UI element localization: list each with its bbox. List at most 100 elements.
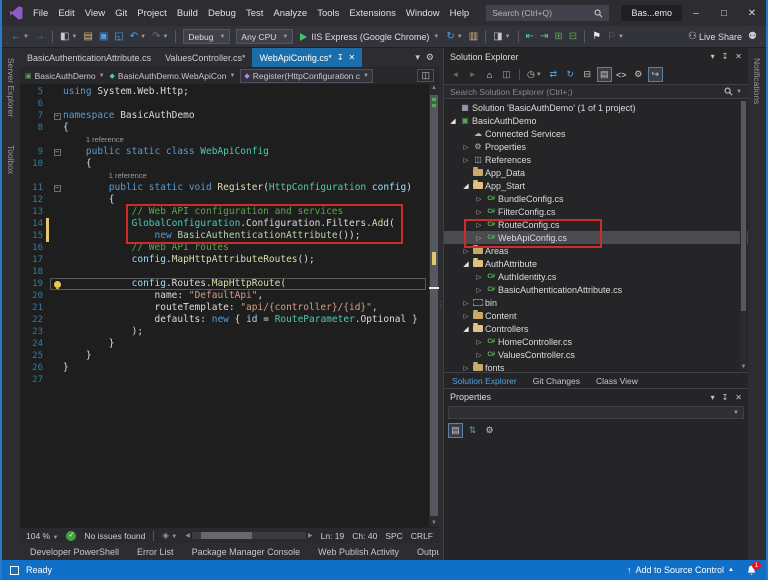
scroll-up-icon[interactable]: ▲ <box>429 85 439 91</box>
pin-icon[interactable]: ↧ <box>722 52 729 61</box>
tree-item-bundleconfig-cs[interactable]: ▷C#BundleConfig.cs <box>444 192 748 205</box>
menu-item-build[interactable]: Build <box>172 4 203 23</box>
code-line[interactable]: 23); <box>20 326 429 338</box>
scroll-down-icon[interactable]: ▼ <box>429 520 439 526</box>
window-menu-icon[interactable]: ▾ <box>711 393 715 402</box>
tree-item-properties[interactable]: ▷⚙Properties <box>444 140 748 153</box>
start-debugging-button[interactable]: IIS Express (Google Chrome)▼ <box>296 28 443 46</box>
expander-icon[interactable]: ▷ <box>474 221 484 229</box>
hscroll-thumb[interactable] <box>201 532 252 539</box>
quick-search-box[interactable]: Search (Ctrl+Q) <box>486 5 609 21</box>
code-line[interactable]: 9−public static class WebApiConfig <box>20 146 429 158</box>
line-indicator[interactable]: Ln: 19 <box>321 531 345 541</box>
scroll-left-icon[interactable]: ◀ <box>185 532 190 539</box>
bottom-tab-package-manager-console[interactable]: Package Manager Console <box>192 547 301 557</box>
menu-item-tools[interactable]: Tools <box>312 4 344 23</box>
properties-object-combobox[interactable]: ▼ <box>448 406 744 419</box>
code-line[interactable]: 20name: "DefaultApi", <box>20 290 429 302</box>
code-line[interactable]: 18 <box>20 266 429 278</box>
tree-item-basicauthenticationattribute-cs[interactable]: ▷C#BasicAuthenticationAttribute.cs <box>444 283 748 296</box>
undo-button[interactable]: ↶▼ <box>127 28 149 46</box>
close-icon[interactable]: ✕ <box>349 53 356 62</box>
se-back-button[interactable]: ◂ <box>448 67 463 82</box>
code-line[interactable]: 10{ <box>20 158 429 170</box>
expander-icon[interactable]: ▷ <box>461 156 471 164</box>
codelens-references[interactable]: 1 reference <box>63 134 124 146</box>
close-icon[interactable]: ✕ <box>735 52 742 61</box>
background-tasks-icon[interactable] <box>10 566 19 575</box>
code-line[interactable]: 27 <box>20 374 429 386</box>
tree-item-fonts[interactable]: ▷fonts <box>444 361 748 372</box>
bookmark-options-button[interactable]: ⚐▼ <box>604 28 627 46</box>
tree-scroll-thumb[interactable] <box>741 101 746 311</box>
screenshot-button[interactable]: ◨▼ <box>490 28 513 46</box>
se-home-button[interactable]: ⌂ <box>482 67 497 82</box>
scroll-down-icon[interactable]: ▼ <box>740 364 747 370</box>
document-tab[interactable]: WebApiConfig.cs*↧✕ <box>252 48 362 67</box>
zoom-control[interactable]: 104 % ▼ <box>26 531 58 541</box>
refresh-button[interactable]: ↻▼ <box>443 28 465 46</box>
code-line[interactable]: 11−public static void Register(HttpConfi… <box>20 182 429 194</box>
solution-platforms-combo[interactable]: Any CPU▼ <box>236 29 293 44</box>
prop-property-pages-button[interactable]: ⚙ <box>482 423 497 438</box>
panel-tab-git-changes[interactable]: Git Changes <box>525 374 588 388</box>
notifications-bell-button[interactable]: 1 <box>744 563 758 577</box>
side-tab-toolbox[interactable]: Toolbox <box>6 145 16 174</box>
navigate-previous-button[interactable]: ⇤ <box>523 28 537 46</box>
save-button[interactable]: ▣ <box>96 28 111 46</box>
expander-icon[interactable]: ◢ <box>461 325 471 333</box>
close-button[interactable]: ✕ <box>738 0 766 26</box>
hscroll-track[interactable] <box>192 532 306 539</box>
scrollbar-thumb[interactable] <box>430 95 438 516</box>
code-line[interactable]: 12{ <box>20 194 429 206</box>
se-properties-wrench-button[interactable]: ⚙ <box>631 67 646 82</box>
code-line[interactable]: 17config.MapHttpAttributeRoutes(); <box>20 254 429 266</box>
editor-horizontal-scrollbar[interactable]: ◀ ▶ <box>185 532 312 539</box>
menu-item-window[interactable]: Window <box>401 4 445 23</box>
menu-item-help[interactable]: Help <box>445 4 475 23</box>
uncomment-selection-button[interactable]: ⊟ <box>566 28 580 46</box>
se-collapse-all-button[interactable]: ⊟ <box>580 67 595 82</box>
tree-item-valuescontroller-cs[interactable]: ▷C#ValuesController.cs <box>444 348 748 361</box>
pin-icon[interactable]: ↧ <box>722 393 729 402</box>
fold-collapse-icon[interactable]: − <box>54 149 61 156</box>
tree-item-app-start[interactable]: ◢App_Start <box>444 179 748 192</box>
expander-icon[interactable]: ▷ <box>461 299 471 307</box>
code-line[interactable]: 5using System.Web.Http; <box>20 86 429 98</box>
expander-icon[interactable]: ▷ <box>461 312 471 320</box>
issues-status[interactable]: No issues found <box>84 531 145 541</box>
se-forward-button[interactable]: ▸ <box>465 67 480 82</box>
side-tab-server-explorer[interactable]: Server Explorer <box>6 58 16 117</box>
expander-icon[interactable]: ◢ <box>461 182 471 190</box>
redo-button[interactable]: ↷▼ <box>149 28 171 46</box>
code-line[interactable]: 21routeTemplate: "api/{controller}/{id}"… <box>20 302 429 314</box>
code-line[interactable]: 19config.Routes.MapHttpRoute( <box>20 278 429 290</box>
tree-item-authattribute[interactable]: ◢AuthAttribute <box>444 257 748 270</box>
code-line[interactable]: 25} <box>20 350 429 362</box>
menu-item-extensions[interactable]: Extensions <box>344 4 400 23</box>
expander-icon[interactable]: ▷ <box>461 247 471 255</box>
navigate-next-button[interactable]: ⇥ <box>537 28 551 46</box>
comment-selection-button[interactable]: ⊞ <box>551 28 565 46</box>
code-line[interactable]: 8{ <box>20 122 429 134</box>
document-tab[interactable]: ValuesController.cs* <box>158 48 252 67</box>
close-icon[interactable]: ✕ <box>735 393 742 402</box>
add-to-source-control-button[interactable]: ↑ Add to Source Control ▲ <box>627 565 734 575</box>
se-show-all-files-button[interactable]: ▤ <box>597 67 612 82</box>
tree-item-routeconfig-cs[interactable]: ▷C#RouteConfig.cs <box>444 218 748 231</box>
code-line[interactable]: 15new BasicAuthenticationAttribute()); <box>20 230 429 242</box>
prop-alphabetical-button[interactable]: ⇅ <box>465 423 480 438</box>
minimize-button[interactable]: – <box>682 0 710 26</box>
menu-item-test[interactable]: Test <box>241 4 268 23</box>
eol-indicator[interactable]: CRLF <box>411 531 433 541</box>
code-line[interactable]: 13// Web API configuration and services <box>20 206 429 218</box>
code-line[interactable]: 7−namespace BasicAuthDemo <box>20 110 429 122</box>
tree-item-homecontroller-cs[interactable]: ▷C#HomeController.cs <box>444 335 748 348</box>
se-switch-views-button[interactable]: ◫ <box>499 67 514 82</box>
bookmark-button[interactable]: ⚑ <box>589 28 604 46</box>
menu-item-analyze[interactable]: Analyze <box>268 4 312 23</box>
expander-icon[interactable]: ▷ <box>474 286 484 294</box>
expander-icon[interactable]: ▷ <box>474 273 484 281</box>
panel-tab-solution-explorer[interactable]: Solution Explorer <box>444 374 525 388</box>
side-tab-notifications[interactable]: Notifications <box>752 58 762 104</box>
